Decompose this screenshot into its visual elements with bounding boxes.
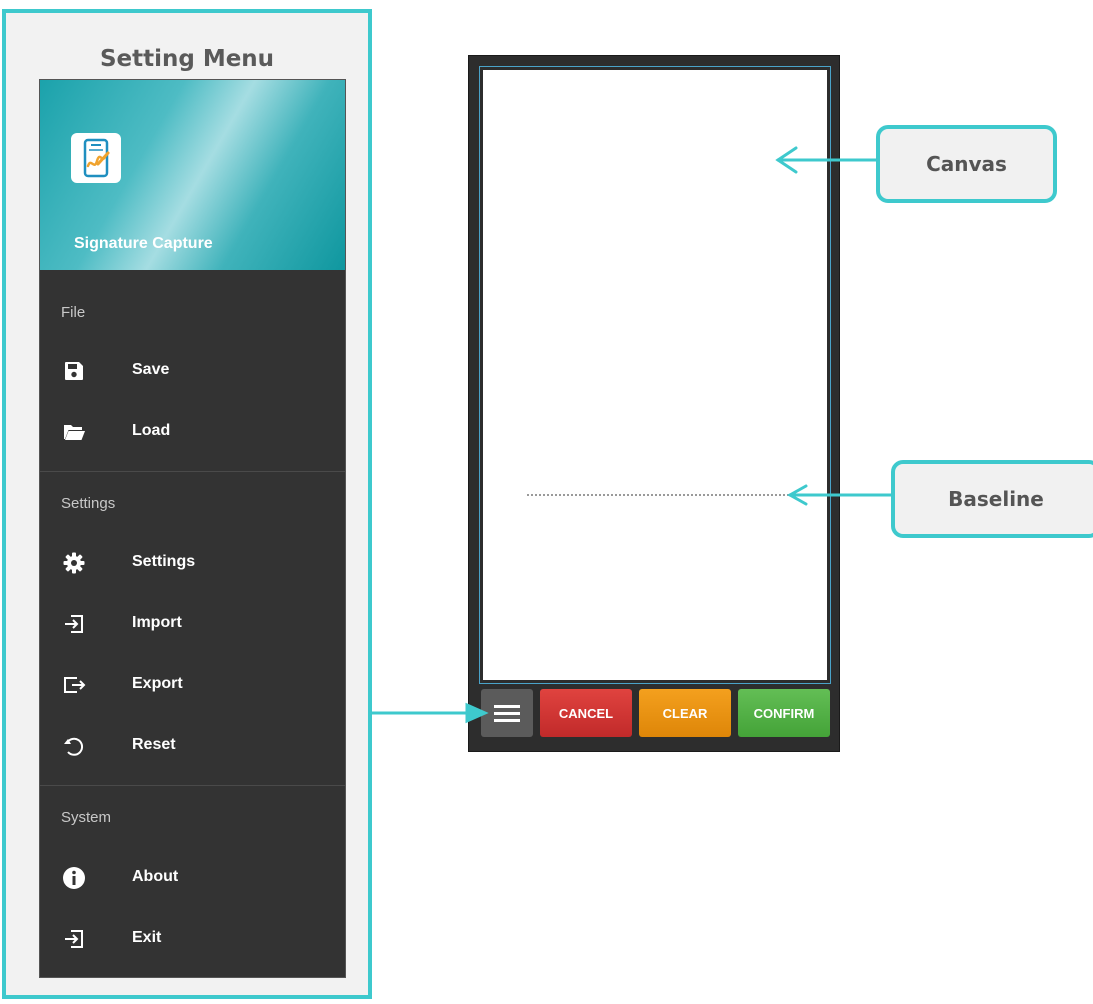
menu-divider (40, 785, 345, 786)
menu-item-export[interactable]: Export (40, 659, 345, 711)
signature-pad-device: CANCEL CLEAR CONFIRM (468, 55, 840, 752)
menu-item-label: Import (132, 614, 182, 631)
menu-item-label: About (132, 868, 179, 885)
drawer-header: Signature Capture (40, 80, 345, 270)
setting-menu-title: Setting Menu (99, 46, 275, 72)
folder-open-icon (62, 420, 86, 444)
reset-icon (62, 734, 86, 758)
menu-item-save[interactable]: Save (40, 345, 345, 397)
confirm-button[interactable]: CONFIRM (738, 689, 830, 737)
menu-item-about[interactable]: About (40, 852, 345, 904)
canvas-callout: Canvas (876, 125, 1057, 203)
section-label-system: System (61, 809, 112, 826)
hamburger-icon (494, 701, 520, 726)
cancel-button[interactable]: CANCEL (540, 689, 632, 737)
clear-button[interactable]: CLEAR (639, 689, 731, 737)
menu-item-label: Exit (132, 929, 162, 946)
gear-icon (62, 551, 86, 575)
section-label-settings: Settings (61, 495, 116, 512)
menu-item-exit[interactable]: Exit (40, 913, 345, 965)
navigation-drawer: Signature Capture File Save Load Setting… (39, 79, 346, 978)
menu-item-reset[interactable]: Reset (40, 720, 345, 772)
menu-item-label: Load (132, 422, 171, 439)
canvas-frame (479, 66, 831, 684)
menu-divider (40, 471, 345, 472)
signature-app-icon (71, 133, 121, 183)
exit-icon (62, 927, 86, 951)
menu-button[interactable] (481, 689, 533, 737)
app-name: Signature Capture (74, 235, 213, 252)
section-label-file: File (61, 304, 86, 321)
menu-item-label: Save (132, 361, 170, 378)
menu-item-label: Settings (132, 553, 196, 570)
baseline-callout: Baseline (891, 460, 1093, 538)
signature-canvas[interactable] (483, 70, 827, 680)
menu-item-label: Export (132, 675, 183, 692)
menu-item-label: Reset (132, 736, 176, 753)
signature-baseline (527, 494, 797, 496)
save-icon (62, 359, 86, 383)
menu-item-import[interactable]: Import (40, 598, 345, 650)
info-icon (62, 866, 86, 890)
menu-item-settings[interactable]: Settings (40, 537, 345, 589)
export-icon (62, 673, 86, 697)
import-icon (62, 612, 86, 636)
menu-item-load[interactable]: Load (40, 406, 345, 458)
